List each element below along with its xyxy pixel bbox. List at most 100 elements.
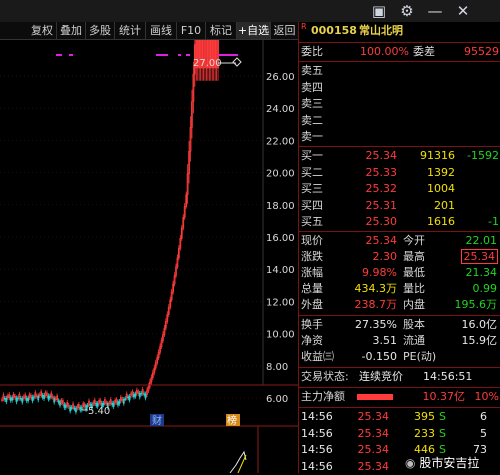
jz-value: 3.51 [372,334,398,347]
candle-body [47,395,50,400]
close-icon[interactable]: ✕ [454,2,472,20]
sy-value: -0.150 [361,350,397,363]
asks-label: 卖四 [301,80,323,94]
asks-row[interactable]: 卖二 [299,113,500,129]
candle-body [85,405,88,410]
fuquan-button[interactable]: 复权 [28,22,57,39]
bids-row[interactable]: 买三 25.32 1004 [299,181,500,197]
mark-button[interactable]: 标记 [206,22,237,39]
candle-body [79,407,82,411]
candle-body [19,397,22,400]
multi-stock-button[interactable]: 多股 [86,22,115,39]
zl-value: 434.3万 [354,282,398,295]
gear-icon[interactable]: ⚙ [398,2,416,20]
back-button[interactable]: 返回 [271,22,298,39]
bids-label: 买三 [301,182,323,195]
candle-body [124,398,127,400]
hs-value: 27.35% [355,318,397,331]
jz-label: 净资 [301,334,323,347]
tick-price: 25.34 [357,426,390,440]
tick-time: 14:56 [301,426,333,440]
candle-body [64,404,67,408]
y-tick-label: 6.00 [266,394,288,405]
y-axis: 26.00 24.00 22.00 20.00 18.00 16.00 14.00 12.00… [266,72,295,405]
bids-volume: 1004 [427,182,455,195]
asks-row[interactable]: 卖一 [299,129,500,145]
candle-body [53,397,56,403]
tick-time: 14:56 [301,459,333,473]
mainflow-bar [357,394,393,400]
y-tick-label: 14.00 [266,265,295,276]
add-watchlist-button[interactable]: +自选 [237,22,271,39]
high-price-label: 27.00 [193,58,222,69]
bids-row[interactable]: 买二 25.33 1392 [299,165,500,181]
bids-row[interactable]: 买五 25.30 1616 -1 [299,214,500,230]
candle-body [75,407,77,413]
low-price-label: 5.40 [88,406,110,417]
bids-label: 买一 [301,149,323,162]
statistics-button[interactable]: 统计 [115,22,146,39]
bids-volume: 1392 [427,165,455,179]
lb-label: 量比 [403,282,425,295]
quote-panel: R 000158 常山北明 委比 100.00% 委差 95529 卖五 卖四 卖三… [298,22,500,473]
y-tick-label: 18.00 [266,201,295,212]
y-tick-label: 12.00 [266,297,295,308]
draw-line-button[interactable]: 画线 [146,22,177,39]
zl-label: 总量 [301,282,323,295]
tick-row: 14:56 25.34 233 S 5 [299,426,500,442]
tick-row: 14:56 25.34 395 S 6 [299,409,500,425]
main-flow-row: 主力净额 10.37亿 10% [299,389,500,405]
bang-marker[interactable]: 榜 [227,414,237,427]
zd-value: 2.30 [372,250,398,263]
candle-body [25,397,28,401]
jk-label: 今开 [403,234,425,247]
asks-row[interactable]: 卖三 [299,96,500,112]
hs-label: 换手 [301,318,323,331]
bids-price: 25.33 [365,165,398,179]
bids-label: 买二 [301,165,323,179]
bids-row[interactable]: 买一 25.34 91316 -1592 [299,148,500,164]
bids-price: 25.34 [365,149,398,162]
minimize-icon[interactable]: — [426,2,444,20]
lb-value: 0.99 [472,282,498,295]
cai-marker[interactable]: 财 [152,414,162,427]
y-tick-label: 24.00 [266,104,295,115]
chart-toolbar: 复权 叠加 多股 统计 画线 F10 标记 +自选 返回 [0,22,298,40]
status-label: 交易状态: [301,370,349,383]
asks-label: 卖一 [301,130,323,143]
wp-value: 238.7万 [354,298,398,311]
watermark-text: 股市安吉拉 [419,456,480,470]
zf-label: 涨幅 [301,266,323,279]
asks-label: 卖五 [301,64,323,77]
kline-chart[interactable]: 26.00 24.00 22.00 20.00 18.00 16.00 14.00 12.00… [0,40,298,473]
quote-row-4: 总量 434.3万 量比 0.99 [299,281,500,297]
pe-label: PE(动) [403,350,437,363]
stock-code: 000158 [311,24,357,37]
overlay-button[interactable]: 叠加 [57,22,86,39]
candle-body [5,397,8,403]
zd-label: 涨跌 [301,250,323,263]
candle-body [4,398,6,400]
bids-change: -1592 [467,149,499,162]
candle-body [143,393,146,395]
candle-body [63,404,66,408]
tick-price: 25.34 [357,410,390,423]
bids-price: 25.31 [365,198,398,212]
gb-value: 16.0亿 [461,318,498,331]
candle-body [69,406,72,412]
bids-row[interactable]: 买四 25.31 201 [299,198,500,214]
weibi-value: 100.00% [360,45,409,58]
quote-row-3: 涨幅 9.98% 最低 21.34 [299,265,500,281]
asks-row[interactable]: 卖四 [299,80,500,96]
tick-n: 5 [480,426,487,440]
tick-dir: S [439,426,446,440]
tick-price: 25.34 [357,459,390,473]
candles [1,40,219,415]
f10-button[interactable]: F10 [177,22,206,39]
candle-body [122,399,125,404]
asks-row[interactable]: 卖五 [299,63,500,79]
bids-volume: 201 [434,198,455,212]
window-icon[interactable]: ▣ [370,2,388,20]
mainflow-value: 10.37亿 [422,390,466,403]
tick-time: 14:56 [301,410,333,423]
